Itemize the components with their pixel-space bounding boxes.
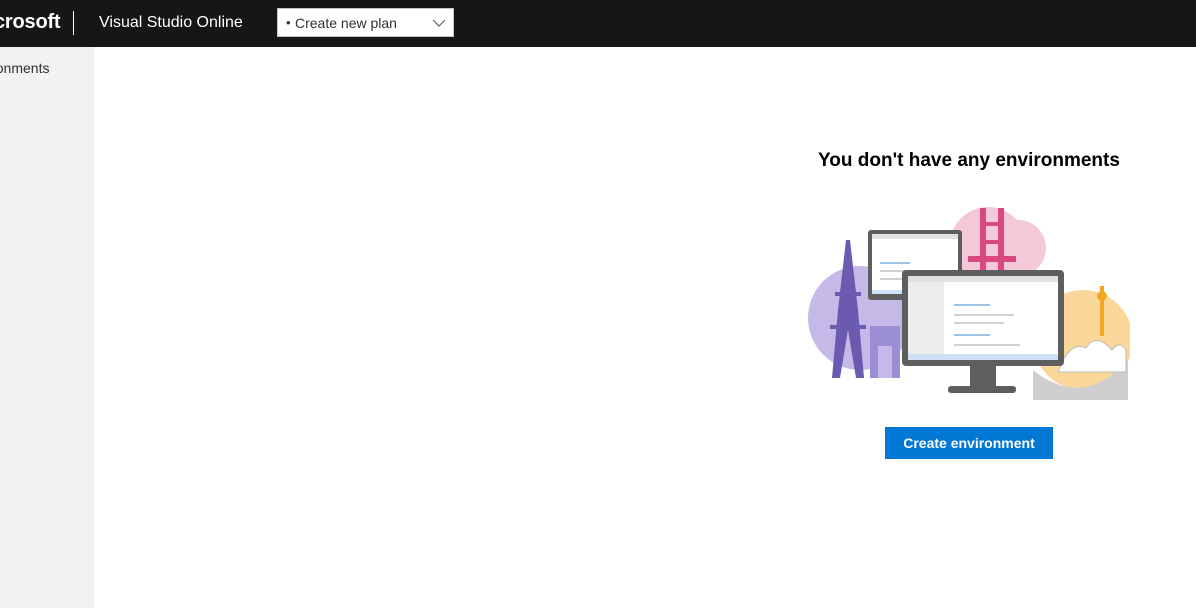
chevron-down-icon	[432, 19, 446, 27]
plan-select[interactable]: • Create new plan	[277, 8, 454, 37]
empty-state-title: You don't have any environments	[818, 150, 1120, 171]
monitor-icon	[902, 270, 1064, 393]
app-title[interactable]: Visual Studio Online	[99, 14, 243, 32]
plan-select-bullet: •	[286, 15, 291, 30]
arch-icon	[870, 326, 900, 378]
plan-select-value: Create new plan	[295, 15, 397, 31]
sidebar: ironments	[0, 47, 94, 608]
brand-logo[interactable]: crosoft	[0, 11, 61, 34]
sidebar-item-environments[interactable]: ironments	[0, 60, 49, 76]
create-environment-button[interactable]: Create environment	[885, 427, 1053, 459]
environments-illustration-icon	[808, 207, 1130, 400]
top-bar: crosoft Visual Studio Online • Create ne…	[0, 0, 1196, 47]
header-divider	[73, 11, 74, 35]
